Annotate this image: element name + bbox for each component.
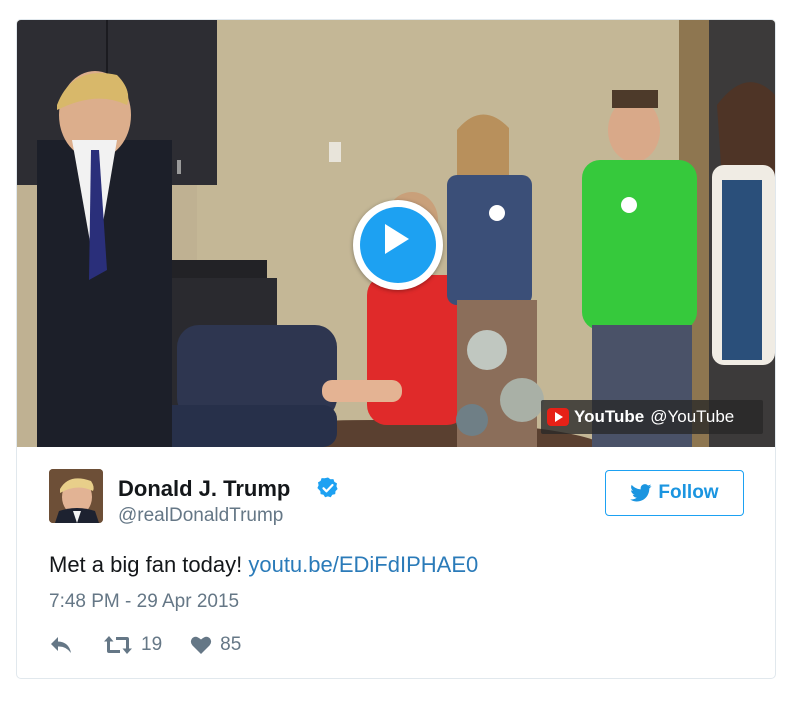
tweet-text: Met a big fan today! youtu.be/EDiFdIPHAE…: [49, 552, 478, 578]
author-handle[interactable]: @realDonaldTrump: [118, 505, 283, 527]
play-button[interactable]: [353, 200, 443, 290]
author-display-name[interactable]: Donald J. Trump: [118, 476, 290, 502]
video-player[interactable]: YouTube @YouTube: [17, 20, 775, 447]
tweet-actions: 19 85: [49, 630, 241, 660]
twitter-bird-icon: [630, 484, 652, 502]
play-icon: [385, 224, 409, 254]
tweet-body: Met a big fan today!: [49, 552, 249, 577]
follow-button-label: Follow: [658, 482, 719, 503]
youtube-attribution[interactable]: YouTube @YouTube: [541, 400, 763, 434]
retweet-count: 19: [141, 634, 163, 655]
reply-icon: [51, 637, 71, 653]
like-button[interactable]: 85: [190, 634, 241, 656]
source-name: YouTube: [574, 407, 645, 426]
avatar[interactable]: [49, 469, 103, 523]
retweet-icon: [104, 636, 132, 654]
reply-button[interactable]: [49, 635, 73, 655]
retweet-button[interactable]: 19: [103, 634, 162, 656]
tweet-timestamp[interactable]: 7:48 PM - 29 Apr 2015: [49, 591, 239, 613]
like-count: 85: [220, 634, 242, 655]
follow-button[interactable]: Follow: [605, 470, 744, 516]
heart-icon: [191, 636, 212, 654]
tweet-card: YouTube @YouTube Donald J. Trump @realDo…: [16, 19, 776, 679]
source-handle: @YouTube: [650, 407, 735, 426]
youtube-logo-icon: [547, 408, 569, 426]
verified-badge-icon: [317, 477, 338, 498]
tweet-link[interactable]: youtu.be/EDiFdIPHAE0: [248, 552, 478, 577]
